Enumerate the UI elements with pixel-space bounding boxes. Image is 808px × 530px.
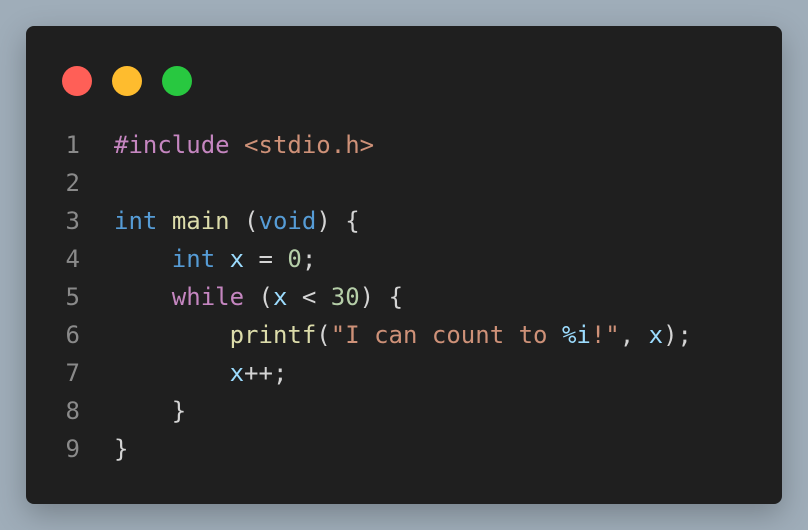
code-text: }: [114, 397, 186, 425]
line-number: 2: [65, 169, 80, 197]
code-token-punct: ,: [619, 321, 649, 349]
code-token-punct: ) {: [316, 207, 360, 235]
code-line: 3 int main (void) {: [26, 202, 692, 240]
code-token-type: int: [171, 245, 216, 273]
code-token-punct: ;: [301, 245, 317, 273]
code-token-punct: (: [244, 283, 273, 311]
code-token-punct: [215, 245, 229, 273]
code-line: 4 int x = 0;: [26, 240, 692, 278]
code-text: #include <stdio.h>: [114, 131, 374, 159]
code-token-func: main: [171, 207, 230, 235]
line-number: 4: [65, 245, 80, 273]
code-line: 6 printf("I can count to %i!", x);: [26, 316, 692, 354]
code-token-punct: (: [316, 321, 331, 349]
line-number: 5: [65, 283, 80, 311]
code-token-punct: ) {: [359, 283, 404, 311]
code-token-include: <stdio.h>: [244, 131, 375, 159]
code-token-preproc: #include: [114, 131, 230, 159]
code-token-var: x: [229, 359, 245, 387]
code-token-punct: }: [114, 435, 129, 463]
code-token-punct: (: [229, 207, 259, 235]
code-token-punct: [114, 245, 172, 273]
line-number: 1: [65, 131, 80, 159]
code-token-num: 0: [287, 245, 302, 273]
code-line: 8 }: [26, 392, 692, 430]
code-text: }: [114, 435, 128, 463]
code-text: x++;: [114, 359, 288, 387]
code-token-punct: }: [114, 397, 187, 425]
line-number: 7: [65, 359, 80, 387]
code-token-punct: ++;: [244, 359, 288, 387]
minimize-button[interactable]: [112, 66, 142, 96]
code-token-kw: while: [171, 283, 245, 311]
code-text: int x = 0;: [114, 245, 317, 273]
code-line: 2: [26, 164, 692, 202]
code-text: while (x < 30) {: [114, 283, 403, 311]
code-line: 1 #include <stdio.h>: [26, 126, 692, 164]
code-token-punct: [114, 321, 230, 349]
code-block: 1 #include <stdio.h> 2 3 int main (void) {4 …: [26, 126, 692, 468]
code-token-type: void: [258, 207, 317, 235]
code-line: 5 while (x < 30) {: [26, 278, 692, 316]
code-text: printf("I can count to %i!", x);: [114, 321, 692, 349]
code-token-type: int: [114, 207, 158, 235]
code-token-func: printf: [229, 321, 317, 349]
code-token-var: x: [648, 321, 664, 349]
code-token-str: "I can count to: [330, 321, 562, 349]
code-text: int main (void) {: [114, 207, 360, 235]
line-number: 3: [65, 207, 80, 235]
code-token-punct: [114, 359, 230, 387]
code-token-num: 30: [330, 283, 360, 311]
line-number: 9: [65, 435, 80, 463]
maximize-button[interactable]: [162, 66, 192, 96]
code-token-punct: [157, 207, 171, 235]
close-button[interactable]: [62, 66, 92, 96]
code-line: 7 x++;: [26, 354, 692, 392]
code-token-var: x: [229, 245, 245, 273]
code-window: 1 #include <stdio.h> 2 3 int main (void) {4 …: [26, 26, 782, 504]
line-number: 8: [65, 397, 80, 425]
line-number: 6: [65, 321, 80, 349]
code-token-fmt: %i: [561, 321, 591, 349]
code-token-punct: =: [244, 245, 288, 273]
code-token-punct: <: [287, 283, 331, 311]
code-token-var: x: [272, 283, 288, 311]
code-token-punct: [114, 283, 172, 311]
code-token-str: !": [590, 321, 620, 349]
code-token-punct: [230, 131, 244, 159]
code-token-punct: );: [663, 321, 693, 349]
code-line: 9}: [26, 430, 692, 468]
